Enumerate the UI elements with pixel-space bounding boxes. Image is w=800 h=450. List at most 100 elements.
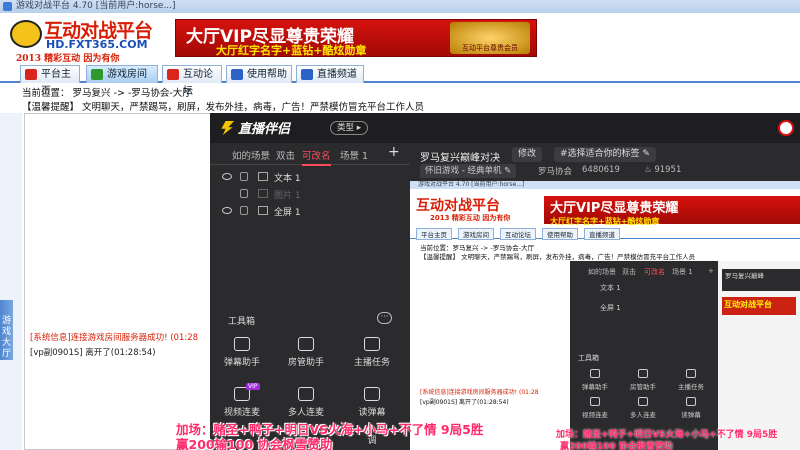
lock-icon[interactable]	[240, 206, 248, 215]
room-title: 罗马复兴巅峰对决	[420, 153, 500, 164]
bolt-icon	[221, 121, 234, 135]
category-button[interactable]: 怀旧游戏 - 经典单机 ✎	[420, 164, 517, 178]
companion-logo: 直播伴侣	[220, 118, 290, 137]
tab-label: 使用帮助	[247, 69, 287, 80]
help-icon	[231, 69, 243, 80]
scene-tabs: 如的场景 双击 可改名 场景 1 +	[210, 143, 410, 166]
platform-logo[interactable]: 互动对战平台 HD.FXT365.COM 2013 精彩互动 因为有你	[6, 16, 166, 64]
lock-icon[interactable]	[240, 172, 248, 181]
preview-notice: 【温馨提醒】 文明聊天，严禁踢骂，刷屏，发布外挂，病毒，广告！严禁模仿冒充平台工…	[420, 253, 696, 261]
close-icon[interactable]	[778, 120, 794, 136]
preview-tab: 使用帮助	[542, 228, 578, 240]
app-name: 直播伴侣	[238, 122, 291, 137]
preview-ad: 大厅VIP尽显尊贵荣耀 大厅红字名字+蓝钻+酷炫勋章	[544, 196, 800, 226]
preview-sys-msg: [系统信息]连接游戏房间服务器成功! (01:28	[420, 389, 539, 396]
home-icon	[25, 69, 37, 80]
stream-companion-window: 直播伴侣 类型 ▸ 如的场景 双击 可改名 场景 1 + 文本 1 图片 1 全…	[210, 113, 800, 450]
tool-label: 多人连麦	[287, 408, 324, 418]
tab-rename[interactable]: 可改名	[302, 148, 331, 166]
text-icon	[258, 172, 268, 181]
source-label: 全屏 1	[274, 208, 301, 218]
preview-exit-msg: [vp副0901S] 离开了(01:28:54)	[420, 399, 509, 406]
tool-danmaku-helper[interactable]: 弹幕助手	[212, 337, 272, 368]
preview-mini-tool: 读弹幕	[666, 397, 716, 419]
task-icon	[364, 337, 380, 351]
toolbox-more-button[interactable]: ···	[377, 312, 392, 324]
preview-mini-source: 全屏 1	[600, 304, 621, 312]
game-icon	[91, 69, 103, 80]
system-message: [系统信息]连接游戏房间服务器成功! (01:28	[30, 333, 199, 343]
mascot-icon	[10, 20, 42, 48]
tab-scene-1[interactable]: 场景 1	[340, 148, 368, 162]
preview-mini-source: 文本 1	[600, 284, 621, 292]
preview-mini-tool: 多人连麦	[618, 397, 668, 419]
edit-title-button[interactable]: 修改	[512, 147, 543, 162]
preview-mini-tab: +	[708, 267, 714, 275]
eye-icon[interactable]	[222, 207, 232, 214]
preview-ad-line2: 大厅红字名字+蓝钻+酷炫勋章	[550, 217, 660, 226]
scene-hint: 如的场景	[232, 151, 271, 162]
tool-multi-link[interactable]: 多人连麦	[276, 387, 336, 418]
preview-title: 游戏对战平台 4.70 [当前用户:horse...]	[410, 181, 800, 189]
preview-mini-logo: 互动对战平台	[722, 297, 796, 315]
overlay-caption-line2: 赢200输100 协会枫雪赞助	[176, 437, 333, 450]
preview-logo-slogan: 2013 精彩互动 因为有你	[430, 214, 511, 222]
room-name: 罗马协会	[538, 167, 573, 177]
side-strip	[0, 113, 22, 450]
preview-mini-room-title: 罗马复兴巅峰	[722, 269, 800, 291]
preview-banner: 互动对战平台 2013 精彩互动 因为有你 大厅VIP尽显尊贵荣耀 大厅红字名字+…	[410, 189, 800, 227]
tool-label: 弹幕助手	[223, 358, 260, 368]
tab-label: 直播频道	[317, 69, 357, 80]
tab-label: 游戏房间	[107, 69, 147, 80]
chat-panel	[24, 113, 214, 450]
preview-logo: 互动对战平台	[416, 198, 500, 214]
tab-home[interactable]: 平台主页	[20, 65, 80, 97]
window-title: 游戏对战平台 4.70 [当前用户:horse...]	[16, 1, 176, 11]
speaker-icon	[364, 387, 380, 401]
sidetab-game-hall[interactable]: 游戏大厅	[0, 300, 13, 360]
preview-nav: 平台主页 游戏房间 互动论坛 使用帮助 直播频道	[410, 227, 800, 240]
tab-forum[interactable]: 互动论坛	[162, 65, 222, 97]
preview-mini-tool-label: 房管助手	[630, 383, 656, 391]
logo-url: HD.FXT365.COM	[46, 38, 148, 51]
preview-mini-tool-label: 读弹幕	[681, 411, 701, 419]
tool-host-task[interactable]: 主播任务	[342, 337, 402, 368]
add-scene-button[interactable]: +	[388, 144, 400, 160]
header-banner: 互动对战平台 HD.FXT365.COM 2013 精彩互动 因为有你 大厅VI…	[0, 13, 800, 64]
tool-read-danmaku[interactable]: 读弹幕	[342, 387, 402, 418]
scene-hint-dblclick: 双击	[276, 151, 296, 162]
preview-tab: 直播频道	[584, 228, 620, 240]
preview-companion: 如的场景 双击 可改名 场景 1 + 文本 1 全屏 1 工具箱 弹幕助手 房管…	[570, 261, 800, 450]
tab-live[interactable]: 直播频道	[296, 65, 364, 83]
tool-room-manager[interactable]: 房管助手	[276, 337, 336, 368]
source-fullscreen-1[interactable]: 全屏 1	[210, 203, 410, 223]
image-icon	[258, 189, 268, 198]
exit-message: [vp副0901S] 离开了(01:28:54)	[30, 348, 156, 358]
lock-icon[interactable]	[240, 189, 248, 198]
tool-label: 主播任务	[353, 358, 390, 368]
preview-caption-line2: 赢200输100 协会枫雪赞助	[560, 442, 673, 450]
fire-icon: ♨	[644, 165, 655, 175]
preview-mini-tool: 弹幕助手	[570, 369, 620, 391]
preview-mini-tool-label: 弹幕助手	[582, 383, 608, 391]
vip-ad-banner[interactable]: 大厅VIP尽显尊贵荣耀 大厅红字名字+蓝钻+酷炫勋章 互动平台尊贵会员	[175, 19, 537, 57]
preview-mini-tool: 主播任务	[666, 369, 716, 391]
screen: 游戏对战平台 4.70 [当前用户:horse...] 互动对战平台 HD.FX…	[0, 0, 800, 450]
tab-game-room[interactable]: 游戏房间	[86, 65, 158, 83]
choose-tag-button[interactable]: #选择适合你的标签 ✎	[554, 147, 656, 162]
stream-preview[interactable]: 游戏对战平台 4.70 [当前用户:horse...] 互动对战平台 2013 …	[410, 181, 800, 450]
tab-help[interactable]: 使用帮助	[226, 65, 292, 83]
type-button[interactable]: 类型 ▸	[330, 121, 368, 135]
tool-video-link[interactable]: VIP 视频连麦	[212, 383, 272, 418]
forum-icon	[167, 69, 179, 80]
window-titlebar: 游戏对战平台 4.70 [当前用户:horse...]	[0, 0, 800, 13]
group-icon	[298, 387, 314, 401]
preview-mini-tool-label: 主播任务	[678, 383, 704, 391]
app-icon	[3, 2, 12, 11]
companion-header: 直播伴侣 类型 ▸	[210, 113, 800, 143]
tool-label: 视频连麦	[223, 408, 260, 418]
tool-label: 房管助手	[287, 358, 324, 368]
toolbox-label: 工具箱	[228, 317, 256, 327]
eye-icon[interactable]	[222, 173, 232, 180]
preview-mini-tool-label: 多人连麦	[630, 411, 656, 419]
